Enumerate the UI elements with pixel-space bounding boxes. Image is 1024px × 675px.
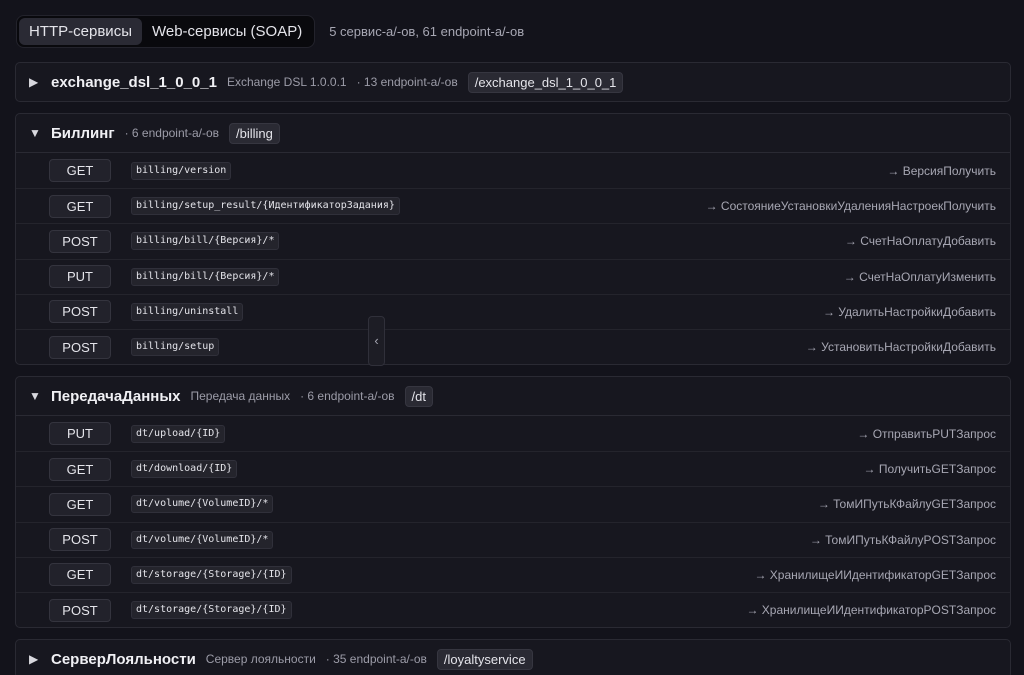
caret-down-icon[interactable]: ▼ bbox=[29, 389, 49, 403]
endpoint-handler: → ХранилищеИИдентификаторGETЗапрос bbox=[754, 567, 996, 582]
service-base-path: /billing bbox=[229, 122, 280, 144]
endpoint-row[interactable]: GET billing/setup_result/{ИдентификаторЗа… bbox=[16, 188, 1010, 223]
http-method-badge: PUT bbox=[49, 422, 111, 446]
service-endpoint-count: · 35 endpoint-а/-ов bbox=[325, 652, 427, 666]
endpoint-path: dt/storage/{Storage}/{ID} bbox=[131, 565, 292, 584]
service-name: exchange_dsl_1_0_0_1 bbox=[51, 73, 217, 91]
endpoint-path: billing/version bbox=[131, 161, 232, 180]
endpoint-list: PUT dt/upload/{ID} → ОтправитьPUTЗапрос GET… bbox=[16, 415, 1010, 627]
collapse-sidebar-handle[interactable]: ‹ bbox=[368, 316, 385, 366]
service-header[interactable]: ▶ СерверЛояльности Сервер лояльности · 35 e… bbox=[16, 640, 1010, 675]
endpoint-path: dt/volume/{VolumeID}/* bbox=[131, 530, 274, 549]
endpoint-path: dt/download/{ID} bbox=[131, 460, 238, 479]
endpoint-handler: → ТомИПутьКФайлуPOSTЗапрос bbox=[809, 532, 996, 547]
endpoint-row[interactable]: POST billing/setup → УстановитьНастройкиДо… bbox=[16, 328, 1010, 364]
endpoint-handler: → ХранилищеИИдентификаторPOSTЗапрос bbox=[746, 603, 996, 618]
service-base-path: /loyaltyservice bbox=[436, 648, 533, 670]
service-description: Сервер лояльности bbox=[205, 652, 316, 666]
http-method-badge: GET bbox=[49, 194, 111, 218]
endpoint-handler: → ВерсияПолучить bbox=[887, 163, 996, 178]
http-method-badge: POST bbox=[49, 335, 111, 359]
service-base-path: /dt bbox=[404, 385, 433, 407]
http-method-badge: POST bbox=[49, 528, 111, 552]
http-method-badge: POST bbox=[49, 598, 111, 622]
service-type-tabs: HTTP-сервисы Web-сервисы (SOAP) bbox=[16, 15, 316, 48]
endpoint-handler: → УдалитьНастройкиДобавить bbox=[822, 304, 996, 319]
endpoint-path: dt/volume/{VolumeID}/* bbox=[131, 495, 274, 514]
endpoint-path: billing/setup_result/{ИдентификаторЗадан… bbox=[131, 197, 400, 216]
service-endpoint-count: · 6 endpoint-а/-ов bbox=[124, 126, 220, 140]
tab-http-services[interactable]: HTTP-сервисы bbox=[19, 18, 142, 45]
endpoint-row[interactable]: POST dt/volume/{VolumeID}/* → ТомИПутьКФай… bbox=[16, 521, 1010, 557]
topbar: HTTP-сервисы Web-сервисы (SOAP) 5 сервис… bbox=[16, 15, 524, 48]
service-name: СерверЛояльности bbox=[51, 650, 196, 668]
endpoint-row[interactable]: POST billing/uninstall → УдалитьНастройкиД… bbox=[16, 293, 1010, 329]
endpoint-list: GET billing/version → ВерсияПолучить GET bil… bbox=[16, 152, 1010, 364]
service-endpoint-count: · 6 endpoint-а/-ов bbox=[300, 389, 395, 403]
service-panel: ▶ СерверЛояльности Сервер лояльности · 35 e… bbox=[15, 639, 1011, 675]
http-method-badge: GET bbox=[49, 457, 111, 481]
caret-right-icon[interactable]: ▶ bbox=[29, 652, 49, 666]
http-method-badge: PUT bbox=[49, 265, 111, 289]
caret-down-icon[interactable]: ▼ bbox=[29, 126, 49, 140]
service-name: Биллинг bbox=[51, 124, 115, 142]
service-header[interactable]: ▼ ПередачаДанных Передача данных · 6 endpoi… bbox=[16, 377, 1010, 415]
service-panel: ▶ exchange_dsl_1_0_0_1 Exchange DSL 1.0.0.… bbox=[15, 62, 1011, 102]
endpoint-row[interactable]: GET billing/version → ВерсияПолучить bbox=[16, 153, 1010, 188]
endpoint-handler: → ПолучитьGETЗапрос bbox=[863, 462, 996, 477]
endpoint-path: billing/uninstall bbox=[131, 302, 244, 321]
http-method-badge: GET bbox=[49, 159, 111, 183]
endpoint-row[interactable]: GET dt/storage/{Storage}/{ID} → ХранилищеИ… bbox=[16, 556, 1010, 592]
service-description: Exchange DSL 1.0.0.1 bbox=[226, 75, 347, 89]
tab-soap-services[interactable]: Web-сервисы (SOAP) bbox=[142, 18, 312, 45]
endpoint-handler: → УстановитьНастройкиДобавить bbox=[805, 340, 996, 355]
endpoint-handler: → ОтправитьPUTЗапрос bbox=[857, 426, 996, 441]
service-panel: ▼ ПередачаДанных Передача данных · 6 endpoi… bbox=[15, 376, 1011, 629]
http-method-badge: POST bbox=[49, 300, 111, 324]
service-endpoint-count: · 13 endpoint-а/-ов bbox=[356, 75, 458, 89]
http-method-badge: POST bbox=[49, 229, 111, 253]
endpoint-path: dt/upload/{ID} bbox=[131, 424, 226, 443]
service-base-path: /exchange_dsl_1_0_0_1 bbox=[467, 71, 624, 93]
endpoint-handler: → СчетНаОплатуИзменить bbox=[843, 269, 996, 284]
endpoint-path: dt/storage/{Storage}/{ID} bbox=[131, 601, 292, 620]
endpoint-handler: → СчетНаОплатуДобавить bbox=[844, 234, 996, 249]
http-method-badge: GET bbox=[49, 492, 111, 516]
chevron-left-icon: ‹ bbox=[374, 333, 379, 348]
endpoint-path: billing/setup bbox=[131, 338, 220, 357]
endpoint-row[interactable]: POST billing/bill/{Версия}/* → СчетНаОплат… bbox=[16, 223, 1010, 258]
endpoint-handler: → СостояниеУстановкиУдаленияНастроекПолу… bbox=[705, 199, 996, 214]
endpoint-row[interactable]: POST dt/storage/{Storage}/{ID} → Хранилище… bbox=[16, 591, 1010, 627]
service-panel: ▼ Биллинг · 6 endpoint-а/-ов/billing GET bil… bbox=[15, 113, 1011, 366]
caret-right-icon[interactable]: ▶ bbox=[29, 75, 49, 89]
services-summary: 5 сервис-а/-ов, 61 endpoint-а/-ов bbox=[329, 24, 525, 39]
endpoint-handler: → ТомИПутьКФайлуGETЗапрос bbox=[817, 497, 996, 512]
service-description: Передача данных bbox=[190, 389, 291, 403]
endpoint-row[interactable]: PUT billing/bill/{Версия}/* → СчетНаОплату… bbox=[16, 258, 1010, 294]
endpoint-path: billing/bill/{Версия}/* bbox=[131, 232, 280, 251]
http-method-badge: GET bbox=[49, 563, 111, 587]
endpoint-path: billing/bill/{Версия}/* bbox=[131, 267, 280, 286]
endpoint-row[interactable]: PUT dt/upload/{ID} → ОтправитьPUTЗапрос bbox=[16, 416, 1010, 451]
service-name: ПередачаДанных bbox=[51, 387, 181, 405]
service-header[interactable]: ▼ Биллинг · 6 endpoint-а/-ов/billing bbox=[16, 114, 1010, 152]
endpoint-row[interactable]: GET dt/volume/{VolumeID}/* → ТомИПутьКФайл… bbox=[16, 486, 1010, 521]
service-header[interactable]: ▶ exchange_dsl_1_0_0_1 Exchange DSL 1.0.0.… bbox=[16, 63, 1010, 101]
endpoint-row[interactable]: GET dt/download/{ID} → ПолучитьGETЗапрос bbox=[16, 451, 1010, 486]
